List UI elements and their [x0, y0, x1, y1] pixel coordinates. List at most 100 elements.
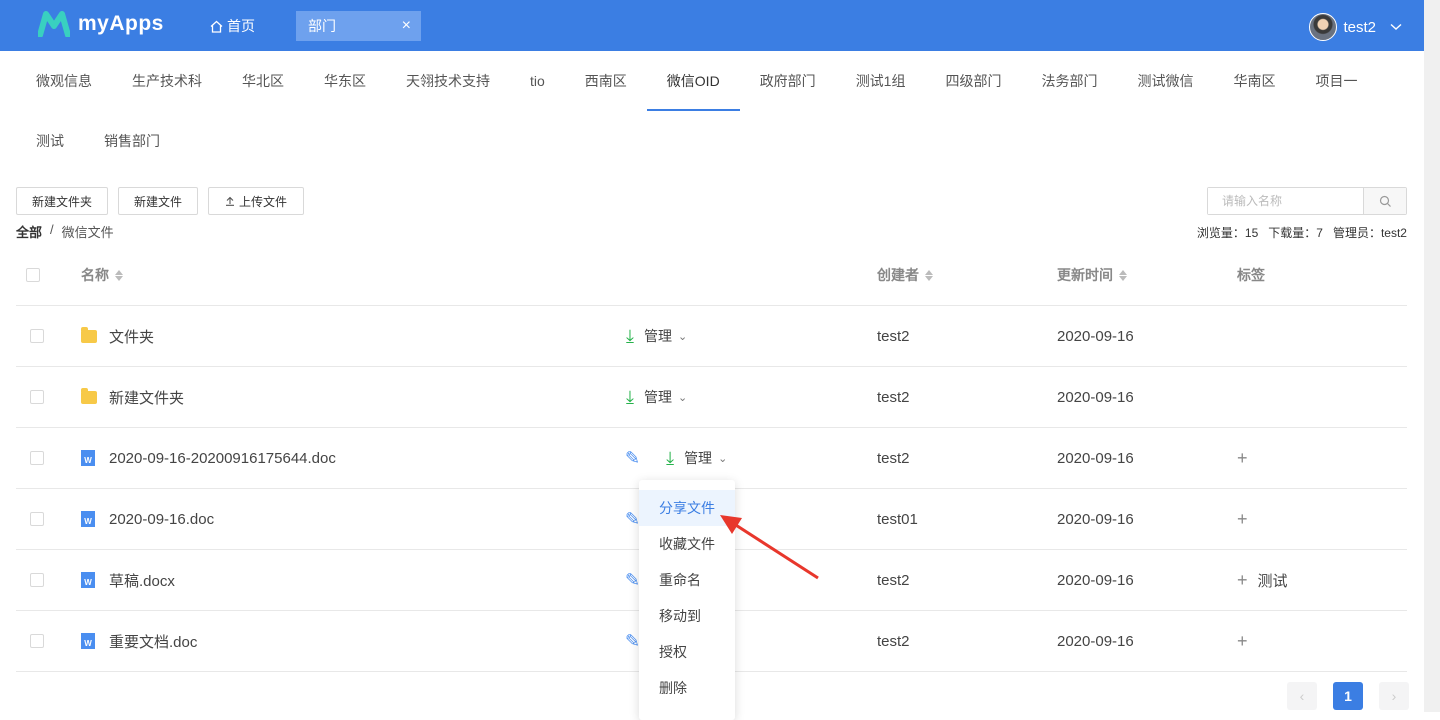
- file-name[interactable]: 重要文档.doc: [109, 631, 197, 652]
- search-input[interactable]: [1208, 188, 1363, 214]
- menu-item[interactable]: 授权: [639, 634, 735, 670]
- tab-department[interactable]: 部门 ×: [296, 11, 421, 41]
- creator-cell: test2: [877, 550, 910, 610]
- row-checkbox[interactable]: [30, 390, 44, 404]
- sort-icon[interactable]: [1119, 269, 1127, 281]
- download-icon[interactable]: ⤓: [626, 327, 634, 345]
- creator: test2: [877, 449, 910, 467]
- search-box: [1207, 187, 1407, 215]
- edit-icon[interactable]: ✎: [625, 631, 640, 652]
- dept-tab-item[interactable]: tio: [510, 51, 565, 111]
- close-icon[interactable]: ×: [402, 17, 411, 35]
- new-folder-label: 新建文件夹: [31, 194, 92, 209]
- updated-date: 2020-09-16: [1057, 388, 1134, 406]
- breadcrumb-separator: /: [50, 222, 54, 237]
- folder-stats: 浏览量：15 下载量：7 管理员：test2: [1197, 224, 1407, 241]
- dept-tab-item[interactable]: 测试1组: [836, 51, 926, 111]
- row-checkbox[interactable]: [30, 573, 44, 587]
- home-icon: [210, 20, 223, 33]
- table-row[interactable]: 新建文件夹 ⤓ 管理 ⌄ test2 2020-09-16: [16, 367, 1407, 428]
- creator: test01: [877, 510, 918, 528]
- dept-tab-item[interactable]: 微信OID: [646, 51, 740, 111]
- file-name[interactable]: 草稿.docx: [109, 570, 175, 591]
- name-cell[interactable]: W 2020-09-16-20200916175644.doc: [81, 428, 336, 488]
- name-cell[interactable]: 文件夹: [81, 306, 154, 366]
- dept-tab-item[interactable]: 华东区: [304, 51, 386, 111]
- manage-dropdown[interactable]: 管理 ⌄: [644, 387, 687, 407]
- prev-page-button[interactable]: ‹: [1287, 682, 1317, 710]
- row-checkbox[interactable]: [30, 634, 44, 648]
- dept-tab-item[interactable]: 测试微信: [1117, 51, 1213, 111]
- dept-tab-item[interactable]: 项目一: [1295, 51, 1377, 111]
- dept-tab-item[interactable]: 政府部门: [740, 51, 836, 111]
- scrollbar-track[interactable]: [1424, 0, 1440, 712]
- edit-icon[interactable]: ✎: [625, 570, 640, 591]
- annotation-arrow-icon: [720, 515, 819, 580]
- views-count: 浏览量：15: [1196, 226, 1259, 240]
- select-all-cell: [26, 245, 40, 305]
- updated-cell: 2020-09-16: [1057, 489, 1134, 549]
- upload-file-button[interactable]: 上传文件: [208, 187, 304, 215]
- name-cell[interactable]: 新建文件夹: [81, 367, 184, 427]
- row-select-cell: [30, 489, 44, 549]
- home-link[interactable]: 首页: [210, 16, 255, 36]
- updated-cell: 2020-09-16: [1057, 611, 1134, 671]
- page-1-button[interactable]: 1: [1333, 682, 1363, 710]
- user-menu[interactable]: test2: [1309, 13, 1402, 41]
- name-cell[interactable]: W 2020-09-16.doc: [81, 489, 214, 549]
- search-button[interactable]: [1363, 188, 1406, 214]
- creator: test2: [877, 632, 910, 650]
- row-checkbox[interactable]: [30, 329, 44, 343]
- dept-tab-item[interactable]: 测试: [16, 111, 84, 171]
- column-updated[interactable]: 更新时间: [1057, 245, 1127, 305]
- name-cell[interactable]: W 草稿.docx: [81, 550, 175, 610]
- file-name[interactable]: 新建文件夹: [109, 387, 184, 408]
- table-row[interactable]: 文件夹 ⤓ 管理 ⌄ test2 2020-09-16: [16, 306, 1407, 367]
- creator-cell: test01: [877, 489, 918, 549]
- updated-cell: 2020-09-16: [1057, 367, 1134, 427]
- add-tag-icon[interactable]: +: [1237, 631, 1248, 652]
- select-all-checkbox[interactable]: [26, 268, 40, 282]
- new-folder-button[interactable]: 新建文件夹: [16, 187, 108, 215]
- add-tag-icon[interactable]: +: [1237, 509, 1248, 530]
- column-name[interactable]: 名称: [81, 245, 123, 305]
- manage-dropdown[interactable]: 管理 ⌄: [684, 448, 727, 468]
- edit-icon[interactable]: ✎: [625, 448, 640, 469]
- updated-date: 2020-09-16: [1057, 327, 1134, 345]
- new-file-label: 新建文件: [133, 194, 182, 209]
- app-logo[interactable]: myApps: [38, 11, 164, 37]
- download-icon[interactable]: ⤓: [666, 449, 674, 467]
- column-creator[interactable]: 创建者: [877, 245, 933, 305]
- menu-item[interactable]: 删除: [639, 670, 735, 706]
- tag-label[interactable]: 测试: [1258, 570, 1288, 591]
- file-name[interactable]: 2020-09-16-20200916175644.doc: [109, 450, 336, 467]
- add-tag-icon[interactable]: +: [1237, 448, 1248, 469]
- manage-dropdown[interactable]: 管理 ⌄: [644, 326, 687, 346]
- row-checkbox[interactable]: [30, 512, 44, 526]
- dept-tab-item[interactable]: 四级部门: [925, 51, 1021, 111]
- sort-icon[interactable]: [925, 269, 933, 281]
- dept-tab-item[interactable]: 华北区: [222, 51, 304, 111]
- dept-tab-item[interactable]: 天翎技术支持: [386, 51, 510, 111]
- dept-tab-item[interactable]: 西南区: [565, 51, 647, 111]
- download-icon[interactable]: ⤓: [626, 388, 634, 406]
- dept-tab-item[interactable]: 生产技术科: [112, 51, 222, 111]
- creator: test2: [877, 388, 910, 406]
- next-page-button[interactable]: ›: [1379, 682, 1409, 710]
- creator-cell: test2: [877, 611, 910, 671]
- name-cell[interactable]: W 重要文档.doc: [81, 611, 197, 671]
- row-checkbox[interactable]: [30, 451, 44, 465]
- edit-icon[interactable]: ✎: [625, 509, 640, 530]
- creator-cell: test2: [877, 367, 910, 427]
- menu-item[interactable]: 移动到: [639, 598, 735, 634]
- dept-tab-item[interactable]: 微观信息: [16, 51, 112, 111]
- new-file-button[interactable]: 新建文件: [118, 187, 198, 215]
- file-name[interactable]: 2020-09-16.doc: [109, 511, 214, 528]
- add-tag-icon[interactable]: +: [1237, 570, 1248, 591]
- dept-tab-item[interactable]: 华南区: [1213, 51, 1295, 111]
- breadcrumb-root[interactable]: 全部: [16, 222, 42, 241]
- dept-tab-item[interactable]: 法务部门: [1021, 51, 1117, 111]
- file-name[interactable]: 文件夹: [109, 326, 154, 347]
- sort-icon[interactable]: [115, 269, 123, 281]
- dept-tab-item[interactable]: 销售部门: [84, 111, 180, 171]
